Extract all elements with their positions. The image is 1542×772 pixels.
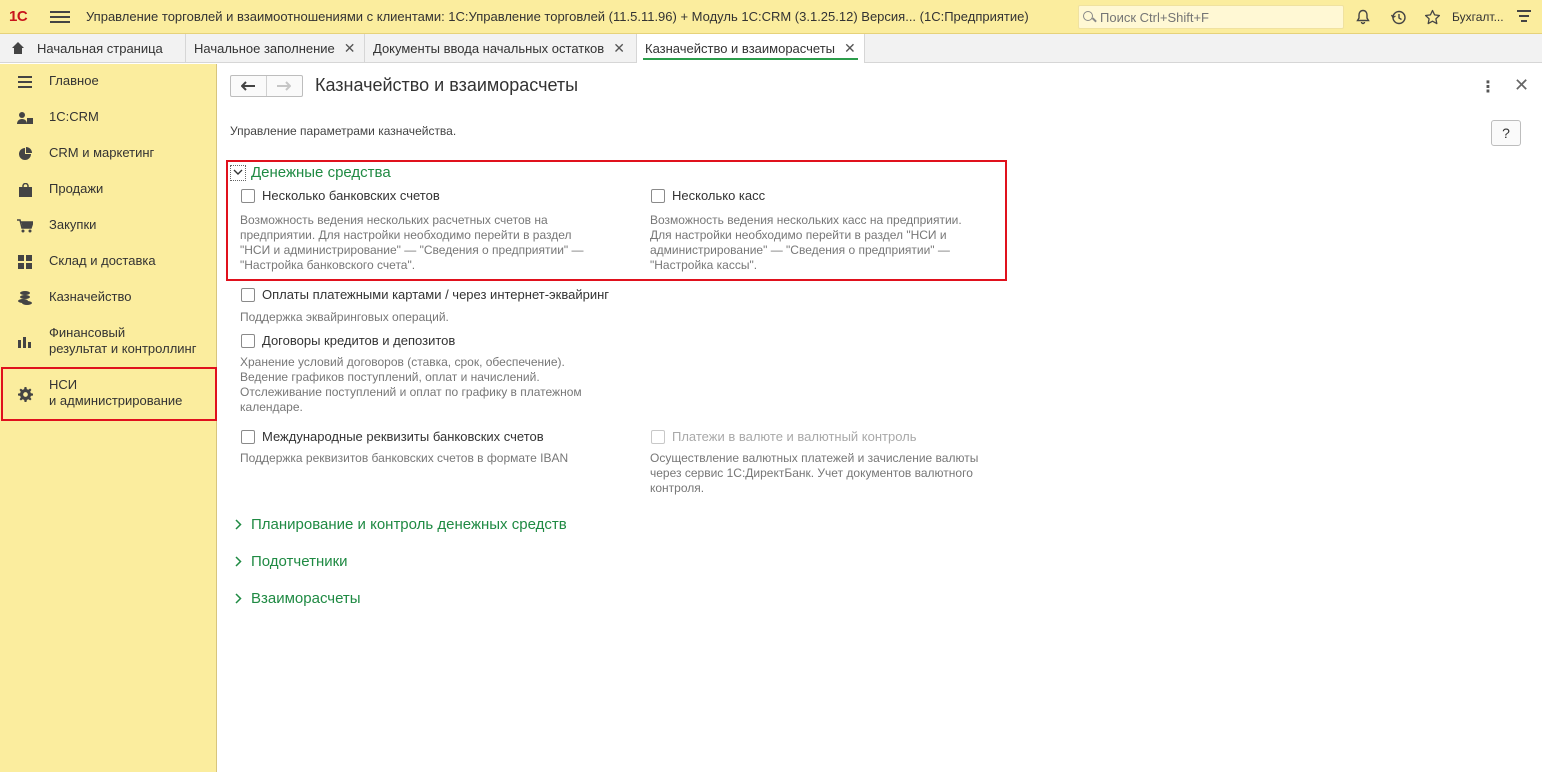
- section-accountables-toggle[interactable]: Подотчетники: [230, 553, 348, 570]
- chevron-right-icon: [230, 554, 246, 570]
- sidebar-item-label: Главное: [49, 73, 99, 88]
- intl-requisites-option[interactable]: Международные реквизиты банковских счето…: [241, 429, 544, 444]
- home-icon: [11, 42, 25, 55]
- currency-payments-description: Осуществление валютных платежей и зачисл…: [650, 451, 979, 495]
- tab-initial-filling[interactable]: Начальное заполнение ✕: [186, 34, 365, 63]
- star-icon[interactable]: [1421, 6, 1443, 28]
- search-icon: [1083, 10, 1096, 24]
- settings-menu-icon[interactable]: [1517, 10, 1531, 25]
- search-input[interactable]: [1100, 9, 1330, 25]
- form-subtitle: Управление параметрами казначейства.: [230, 124, 457, 138]
- sidebar-item-label: НСИ и администрирование: [49, 377, 183, 408]
- loans-checkbox[interactable]: [241, 333, 255, 348]
- tab-label: Документы ввода начальных остатков: [373, 41, 605, 56]
- app-logo: 1С: [9, 8, 28, 25]
- forward-button[interactable]: [267, 76, 303, 96]
- bell-icon[interactable]: [1352, 6, 1374, 28]
- option-label: Платежи в валюте и валютный контроль: [672, 429, 917, 444]
- bank-accounts-description: Возможность ведения нескольких расчетных…: [240, 213, 584, 272]
- chevron-down-icon: [230, 164, 246, 181]
- global-search-box[interactable]: [1078, 5, 1344, 29]
- cash-desks-checkbox[interactable]: [651, 188, 665, 203]
- section-title: Взаиморасчеты: [251, 590, 361, 607]
- sidebar-item-treasury[interactable]: Казначейство: [0, 289, 217, 309]
- tab-opening-balances[interactable]: Документы ввода начальных остатков ✕: [365, 34, 637, 63]
- help-button[interactable]: ?: [1491, 120, 1521, 146]
- cash-desks-description: Возможность ведения нескольких касс на п…: [650, 213, 962, 272]
- pie-chart-icon: [16, 146, 34, 162]
- bag-icon: [16, 182, 34, 198]
- close-tab-icon[interactable]: ✕: [844, 40, 856, 57]
- more-actions-icon[interactable]: ⋮: [1480, 77, 1496, 97]
- loans-option[interactable]: Договоры кредитов и депозитов: [241, 333, 455, 348]
- sidebar-item-crm-marketing[interactable]: CRM и маркетинг: [0, 145, 217, 165]
- card-payments-option[interactable]: Оплаты платежными картами / через интерн…: [241, 287, 609, 302]
- bank-accounts-option[interactable]: Несколько банковских счетов: [241, 188, 440, 203]
- sections-panel: Главное 1С:CRM CRM и маркетинг Продажи З…: [0, 64, 217, 772]
- sidebar-item-label: 1С:CRM: [49, 109, 99, 124]
- open-windows-tabbar: Начальная страница Начальное заполнение …: [0, 34, 1542, 63]
- close-tab-icon[interactable]: ✕: [613, 40, 625, 57]
- grid-icon: [16, 254, 34, 270]
- chevron-right-icon: [230, 517, 246, 533]
- sidebar-item-main[interactable]: Главное: [0, 73, 217, 93]
- section-money-toggle[interactable]: Денежные средства: [230, 164, 391, 181]
- back-button[interactable]: [231, 76, 267, 96]
- option-label: Международные реквизиты банковских счето…: [262, 429, 544, 444]
- card-payments-description: Поддержка эквайринговых операций.: [240, 310, 449, 324]
- bank-accounts-checkbox[interactable]: [241, 188, 255, 203]
- tab-treasury[interactable]: Казначейство и взаиморасчеты ✕: [637, 34, 865, 63]
- cart-icon: [16, 218, 34, 234]
- coins-icon: [16, 290, 34, 306]
- loans-description: Хранение условий договоров (ставка, срок…: [240, 355, 582, 414]
- tab-home[interactable]: Начальная страница: [0, 34, 186, 63]
- section-title: Планирование и контроль денежных средств: [251, 516, 567, 533]
- sidebar-item-label: Склад и доставка: [49, 253, 156, 268]
- intl-requisites-checkbox[interactable]: [241, 429, 255, 444]
- intl-requisites-description: Поддержка реквизитов банковских счетов в…: [240, 451, 569, 465]
- bar-chart-icon: [16, 334, 34, 350]
- history-icon[interactable]: [1387, 6, 1409, 28]
- cash-desks-option[interactable]: Несколько касс: [651, 188, 765, 203]
- sidebar-item-crm[interactable]: 1С:CRM: [0, 109, 217, 129]
- tab-label: Начальная страница: [37, 41, 163, 56]
- page-title: Казначейство и взаиморасчеты: [315, 75, 579, 95]
- app-title: Управление торговлей и взаимоотношениями…: [86, 9, 1029, 24]
- card-payments-checkbox[interactable]: [241, 287, 255, 302]
- sidebar-item-financial-result[interactable]: Финансовый результат и контроллинг: [0, 325, 217, 361]
- section-title: Денежные средства: [251, 164, 391, 181]
- sidebar-item-label: Закупки: [49, 217, 97, 232]
- list-icon: [16, 74, 34, 90]
- sidebar-item-administration[interactable]: НСИ и администрирование: [0, 377, 217, 413]
- option-label: Оплаты платежными картами / через интерн…: [262, 287, 610, 302]
- option-label: Договоры кредитов и депозитов: [262, 333, 456, 348]
- section-title: Подотчетники: [251, 553, 348, 570]
- option-label: Несколько банковских счетов: [262, 188, 440, 203]
- sidebar-item-label: Финансовый результат и контроллинг: [49, 325, 197, 356]
- sidebar-item-label: Продажи: [49, 181, 104, 196]
- main-menu-button[interactable]: [50, 9, 70, 25]
- current-user[interactable]: Бухгалт...: [1452, 10, 1504, 24]
- sidebar-item-sales[interactable]: Продажи: [0, 181, 217, 201]
- tab-label: Начальное заполнение: [194, 41, 335, 56]
- title-bar: 1С Управление торговлей и взаимоотношени…: [0, 0, 1542, 34]
- navigation-buttons: [230, 75, 303, 97]
- option-label: Несколько касс: [672, 188, 766, 203]
- gear-icon: [16, 386, 34, 402]
- sidebar-item-label: Казначейство: [49, 289, 132, 304]
- currency-payments-option[interactable]: Платежи в валюте и валютный контроль: [651, 429, 917, 444]
- tab-label: Казначейство и взаиморасчеты: [645, 41, 835, 56]
- section-settlements-toggle[interactable]: Взаиморасчеты: [230, 590, 361, 607]
- chevron-right-icon: [230, 591, 246, 607]
- close-form-icon[interactable]: ✕: [1514, 75, 1529, 96]
- form-area: Казначейство и взаиморасчеты ⋮ ✕ Управле…: [218, 64, 1542, 772]
- currency-payments-checkbox[interactable]: [651, 429, 665, 444]
- sidebar-item-purchases[interactable]: Закупки: [0, 217, 217, 237]
- section-planning-toggle[interactable]: Планирование и контроль денежных средств: [230, 516, 567, 533]
- sidebar-item-warehouse[interactable]: Склад и доставка: [0, 253, 217, 273]
- close-tab-icon[interactable]: ✕: [344, 40, 356, 57]
- people-icon: [16, 110, 34, 126]
- sidebar-item-label: CRM и маркетинг: [49, 145, 155, 160]
